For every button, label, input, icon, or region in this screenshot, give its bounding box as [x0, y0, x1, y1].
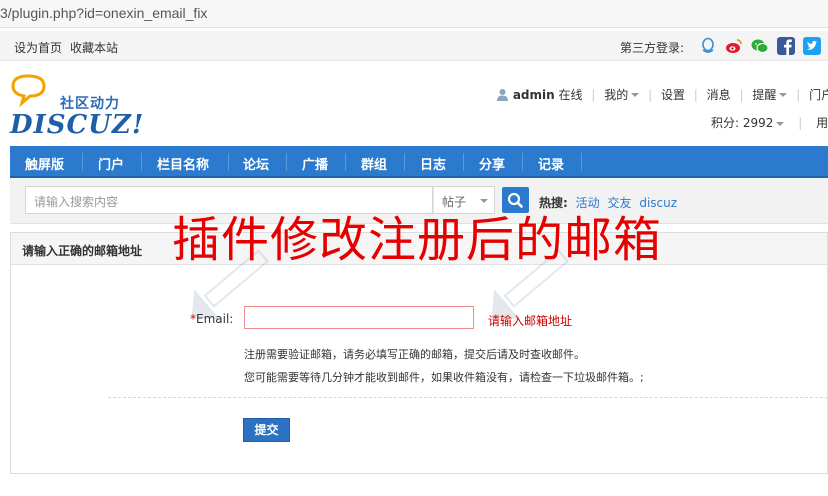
note-line-1: 注册需要验证邮箱，请务必填写正确的邮箱，提交后请及时查收邮件。	[244, 348, 585, 361]
page: 3/plugin.php?id=onexin_email_fix 设为首页 收藏…	[0, 0, 828, 496]
nav-item-blog[interactable]: 日志	[420, 154, 446, 173]
set-home-link[interactable]: 设为首页	[14, 39, 62, 56]
portal-manage-link[interactable]: 门户管理	[809, 86, 828, 103]
submit-button[interactable]: 提交	[243, 418, 290, 442]
top-toolbar: 设为首页 收藏本站 第三方登录:	[0, 31, 828, 61]
nav-item-broadcast[interactable]: 广播	[302, 154, 328, 173]
credits-row: 积分: 2992 | 用	[711, 116, 828, 130]
nav-item-column[interactable]: 栏目名称	[157, 154, 209, 173]
messages-link[interactable]: 消息	[707, 86, 731, 103]
email-field[interactable]	[244, 306, 474, 329]
address-bar[interactable]: 3/plugin.php?id=onexin_email_fix	[0, 0, 828, 28]
user-group-link[interactable]: 用	[816, 116, 828, 130]
bookmark-link[interactable]: 收藏本站	[70, 39, 118, 56]
address-url[interactable]: 3/plugin.php?id=onexin_email_fix	[0, 5, 207, 21]
nav-item-group[interactable]: 群组	[361, 154, 387, 173]
logo-wordmark: DISCUZ!	[10, 110, 145, 140]
nav-item-portal[interactable]: 门户	[98, 154, 124, 173]
chevron-down-icon	[631, 92, 640, 97]
remind-menu[interactable]: 提醒	[752, 86, 788, 103]
search-type-select[interactable]: 帖子	[433, 186, 495, 214]
user-menu: admin 在线 | 我的 | 设置 | 消息 | 提醒 | 门户管理 |	[496, 86, 828, 104]
nav-item-record[interactable]: 记录	[538, 154, 564, 173]
nav-item-touch[interactable]: 触屏版	[25, 154, 64, 173]
search-button[interactable]	[502, 187, 529, 213]
search-type-value: 帖子	[442, 195, 467, 209]
online-status: 在线	[558, 88, 583, 102]
email-error: 请输入邮箱地址	[488, 314, 573, 328]
hot-search-label: 热搜:	[539, 196, 568, 210]
credits-menu[interactable]: 积分: 2992	[711, 116, 785, 130]
qq-icon[interactable]	[699, 37, 717, 55]
main-nav: 触屏版 门户 栏目名称 论坛 广播 群组 日志 分享 记录	[10, 146, 828, 178]
hot-link[interactable]: discuz	[639, 196, 677, 210]
note-line-2: 您可能需要等待几分钟才能收到邮件，如果收件箱没有，请检查一下垃圾邮件箱。;	[244, 371, 644, 384]
overlay-title: 插件修改注册后的邮箱	[172, 212, 663, 268]
search-placeholder: 请输入搜索内容	[34, 195, 119, 209]
settings-link[interactable]: 设置	[661, 86, 685, 103]
chevron-down-icon	[779, 92, 788, 97]
hot-link[interactable]: 活动	[576, 196, 600, 210]
search-input[interactable]: 请输入搜索内容	[25, 186, 433, 214]
hot-link[interactable]: 交友	[607, 196, 631, 210]
weibo-icon[interactable]	[725, 37, 743, 55]
hot-search: 热搜: 活动 交友 discuz	[539, 194, 677, 211]
third-party-login-label: 第三方登录:	[620, 41, 685, 55]
mine-menu[interactable]: 我的	[604, 86, 640, 103]
nav-item-share[interactable]: 分享	[479, 154, 505, 173]
divider	[108, 397, 828, 398]
email-label: *Email:	[190, 312, 234, 326]
nav-item-forum[interactable]: 论坛	[243, 154, 269, 173]
chevron-down-icon	[776, 121, 785, 126]
facebook-icon[interactable]	[777, 37, 795, 55]
panel-title: 请输入正确的邮箱地址	[22, 244, 143, 258]
user-icon	[497, 89, 508, 101]
twitter-icon[interactable]	[803, 37, 821, 55]
username[interactable]: admin	[513, 88, 555, 102]
chevron-down-icon	[480, 199, 488, 203]
wechat-icon[interactable]	[751, 37, 769, 55]
